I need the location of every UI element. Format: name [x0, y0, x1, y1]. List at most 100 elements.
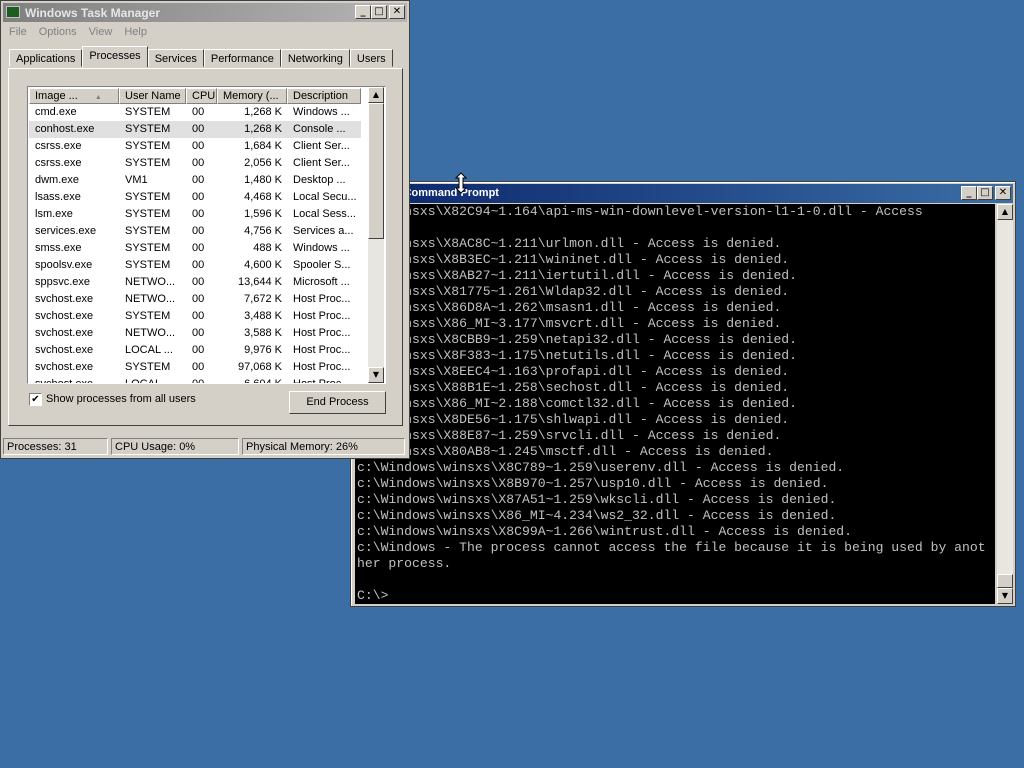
column-header-description[interactable]: Description [287, 88, 361, 104]
cell-user: SYSTEM [125, 140, 171, 152]
cell-user: SYSTEM [125, 123, 171, 135]
table-row[interactable]: svchost.exe LOCAL 00 6,604 K Host Proc... [29, 376, 361, 384]
show-all-users-label[interactable]: Show processes from all users [46, 393, 196, 405]
cell-memory: 1,268 K [244, 106, 282, 118]
menu-options[interactable]: Options [33, 23, 83, 41]
tab-networking[interactable]: Networking [280, 49, 350, 67]
cmd-title-bar[interactable]: istrator: Command Prompt _ □ ✕ [353, 184, 1013, 203]
cmd-vertical-scrollbar[interactable]: ▲ ▼ [997, 204, 1013, 604]
cell-user: SYSTEM [125, 259, 171, 271]
cell-cpu: 00 [192, 174, 205, 186]
cell-cpu: 00 [192, 242, 205, 254]
table-row[interactable]: lsm.exe SYSTEM 00 1,596 K Local Sess... [29, 206, 361, 223]
cell-image: sppsvc.exe [35, 276, 91, 288]
menu-file[interactable]: File [3, 23, 33, 41]
tm-title-bar[interactable]: Windows Task Manager _ □ ✕ [3, 3, 407, 22]
console-line: c:\Windows\winsxs\X8C99A~1.266\wintrust.… [357, 524, 853, 539]
cell-description: Windows ... [293, 242, 350, 254]
console-line: ows\winsxs\X82C94~1.164\api-ms-win-downl… [357, 204, 923, 219]
cell-memory: 3,588 K [244, 327, 282, 339]
table-row[interactable]: sppsvc.exe NETWO... 00 13,644 K Microsoft ..… [29, 274, 361, 291]
column-header-user-name[interactable]: User Name [119, 88, 186, 104]
table-row[interactable]: csrss.exe SYSTEM 00 1,684 K Client Ser... [29, 138, 361, 155]
maximize-icon[interactable]: □ [977, 186, 993, 200]
scroll-down-icon[interactable]: ▼ [368, 367, 384, 383]
table-row[interactable]: svchost.exe SYSTEM 00 97,068 K Host Proc... [29, 359, 361, 376]
cell-image: svchost.exe [35, 361, 94, 373]
scroll-thumb[interactable] [368, 103, 384, 239]
cell-image: svchost.exe [35, 293, 94, 305]
column-header-image-name[interactable]: Image ... ▲ [29, 88, 119, 104]
end-process-button[interactable]: End Process [289, 391, 386, 414]
scroll-up-icon[interactable]: ▲ [368, 87, 384, 103]
cell-user: NETWO... [125, 276, 176, 288]
table-row[interactable]: smss.exe SYSTEM 00 488 K Windows ... [29, 240, 361, 257]
cell-description: Host Proc... [293, 378, 351, 384]
column-header-cpu[interactable]: CPU [186, 88, 217, 104]
tab-services[interactable]: Services [147, 49, 204, 67]
console-line: ied. [357, 220, 995, 236]
column-header-memory[interactable]: Memory (... [217, 88, 287, 104]
table-row[interactable]: conhost.exe SYSTEM 00 1,268 K Console ... [29, 121, 361, 138]
table-row[interactable]: services.exe SYSTEM 00 4,756 K Services a... [29, 223, 361, 240]
cell-cpu: 00 [192, 191, 205, 203]
cell-image: svchost.exe [35, 378, 94, 384]
cell-user: SYSTEM [125, 191, 171, 203]
tab-users[interactable]: Users [349, 49, 393, 67]
process-list[interactable]: Image ... ▲ User Name CPU Memory (... De… [27, 86, 386, 384]
scroll-down-icon[interactable]: ▼ [997, 588, 1013, 604]
cell-cpu: 00 [192, 140, 205, 152]
close-icon[interactable]: ✕ [995, 186, 1011, 200]
console-line: c:\Windows\winsxs\X8B970~1.257\usp10.dll… [357, 476, 829, 491]
table-row[interactable]: cmd.exe SYSTEM 00 1,268 K Windows ... [29, 104, 361, 121]
table-row[interactable]: dwm.exe VM1 00 1,480 K Desktop ... [29, 172, 361, 189]
cell-image: csrss.exe [35, 157, 82, 169]
status-physical-memory: Physical Memory: 26% [242, 438, 405, 455]
console-line: ows\winsxs\X88B1E~1.258\sechost.dll - Ac… [357, 380, 790, 395]
table-row[interactable]: svchost.exe LOCAL ... 00 9,976 K Host Proc..… [29, 342, 361, 359]
console-line: ows\winsxs\X8DE56~1.175\shlwapi.dll - Ac… [357, 412, 790, 427]
table-row[interactable]: spoolsv.exe SYSTEM 00 4,600 K Spooler S... [29, 257, 361, 274]
table-row[interactable]: svchost.exe NETWO... 00 7,672 K Host Proc... [29, 291, 361, 308]
cell-user: SYSTEM [125, 225, 171, 237]
table-row[interactable]: csrss.exe SYSTEM 00 2,056 K Client Ser... [29, 155, 361, 172]
cell-user: SYSTEM [125, 242, 171, 254]
cell-description: Local Sess... [293, 208, 356, 220]
console-line: ows\winsxs\X8F383~1.175\netutils.dll - A… [357, 348, 798, 363]
task-manager-window[interactable]: Windows Task Manager _ □ ✕ File Options … [0, 0, 410, 459]
menu-view[interactable]: View [83, 23, 119, 41]
show-all-users-checkbox[interactable]: ✔ [29, 393, 42, 406]
cell-description: Local Secu... [293, 191, 357, 203]
process-list-scrollbar[interactable]: ▲ ▼ [368, 87, 384, 383]
console-line: ows\winsxs\X81775~1.261\Wldap32.dll - Ac… [357, 284, 790, 299]
minimize-icon[interactable]: _ [961, 186, 977, 200]
maximize-icon[interactable]: □ [371, 5, 387, 19]
table-row[interactable]: svchost.exe NETWO... 00 3,588 K Host Proc... [29, 325, 361, 342]
table-row[interactable]: lsass.exe SYSTEM 00 4,468 K Local Secu... [29, 189, 361, 206]
cell-image: svchost.exe [35, 344, 94, 356]
tab-applications[interactable]: Applications [9, 49, 83, 67]
menu-help[interactable]: Help [118, 23, 153, 41]
console-line: ows\winsxs\X86_MI~2.188\comctl32.dll - A… [357, 396, 798, 411]
scroll-thumb[interactable] [997, 574, 1013, 588]
status-bar: Processes: 31 CPU Usage: 0% Physical Mem… [3, 438, 407, 456]
tab-performance[interactable]: Performance [203, 49, 281, 67]
cell-user: SYSTEM [125, 106, 171, 118]
close-icon[interactable]: ✕ [389, 5, 405, 19]
console-output[interactable]: ows\winsxs\X82C94~1.164\api-ms-win-downl… [355, 204, 995, 604]
cell-image: svchost.exe [35, 327, 94, 339]
console-line: C:\> [357, 588, 389, 603]
cell-memory: 2,056 K [244, 157, 282, 169]
minimize-icon[interactable]: _ [355, 5, 371, 19]
cell-cpu: 00 [192, 123, 205, 135]
table-row[interactable]: svchost.exe SYSTEM 00 3,488 K Host Proc... [29, 308, 361, 325]
tab-processes[interactable]: Processes [82, 46, 148, 67]
command-prompt-window[interactable]: istrator: Command Prompt _ □ ✕ ows\winsx… [350, 181, 1016, 607]
cell-user: SYSTEM [125, 310, 171, 322]
scroll-up-icon[interactable]: ▲ [997, 204, 1013, 220]
cell-user: NETWO... [125, 327, 176, 339]
console-line: her process. [357, 556, 452, 571]
cell-description: Windows ... [293, 106, 350, 118]
tab-strip: Applications Processes Services Performa… [9, 46, 393, 67]
